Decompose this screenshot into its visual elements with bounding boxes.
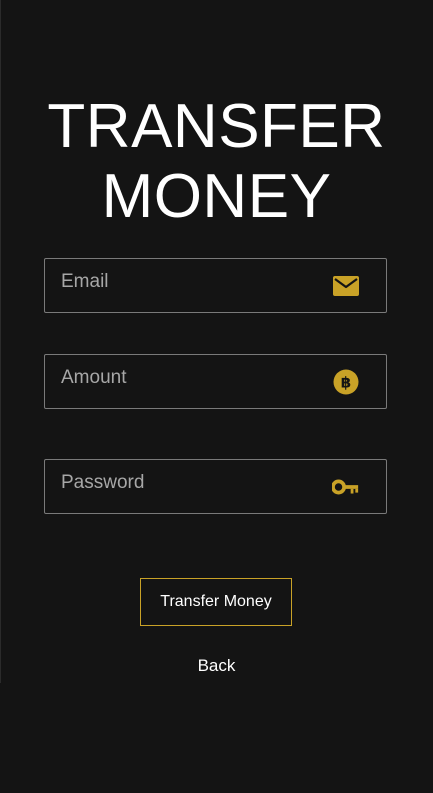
email-field[interactable]	[44, 258, 387, 313]
transfer-money-button[interactable]: Transfer Money	[140, 578, 292, 626]
mail-icon	[332, 272, 360, 300]
page-title: TRANSFER MONEY	[0, 92, 433, 232]
back-link[interactable]: Back	[0, 656, 433, 676]
bitcoin-icon: ฿	[332, 368, 360, 396]
svg-text:฿: ฿	[341, 373, 351, 391]
password-field[interactable]	[44, 459, 387, 514]
key-icon	[332, 473, 360, 501]
amount-field[interactable]: ฿	[44, 354, 387, 409]
transfer-money-screen: TRANSFER MONEY ฿	[0, 0, 433, 793]
page-title-line-1: TRANSFER	[47, 92, 386, 161]
page-title-line-2: MONEY	[101, 162, 332, 231]
